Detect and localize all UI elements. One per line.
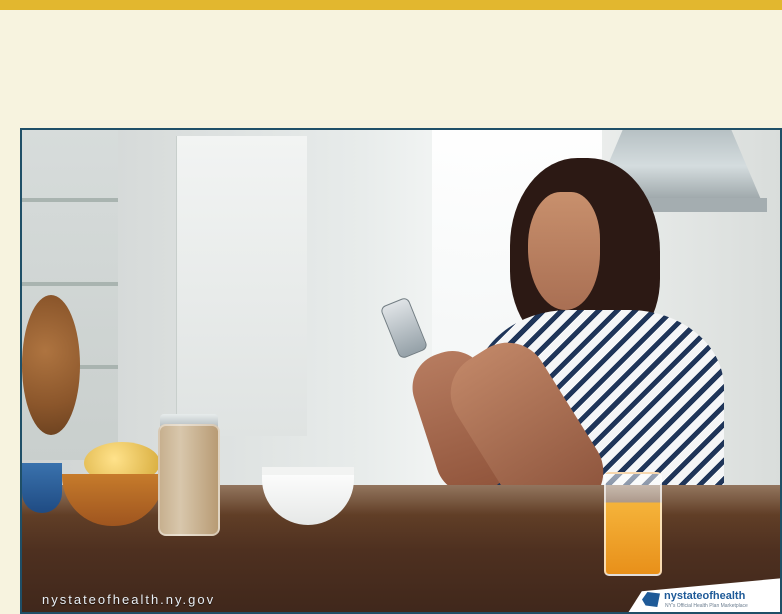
top-accent-rule [0,0,782,10]
shelf-line [22,198,118,202]
page: nystateofhealth.ny.gov nystateofhealth N… [0,0,782,614]
oats-jar [158,424,220,536]
brand-logo: nystateofhealth [664,590,745,602]
cutting-board [22,295,80,435]
kitchen-cabinet [176,136,307,436]
shelf-line [22,282,118,286]
brand-logo-text: nystateofhealth [664,590,746,602]
hero-photo [22,130,780,612]
brand-logo-subtitle: NY's Official Health Plan Marketplace [665,603,748,609]
blue-bowl [22,463,62,513]
smartphone [379,296,429,360]
woman-face [528,192,600,310]
hero-image-frame: nystateofhealth.ny.gov nystateofhealth N… [20,128,782,614]
orange-juice-glass [604,472,662,576]
website-url: nystateofhealth.ny.gov [42,592,216,607]
